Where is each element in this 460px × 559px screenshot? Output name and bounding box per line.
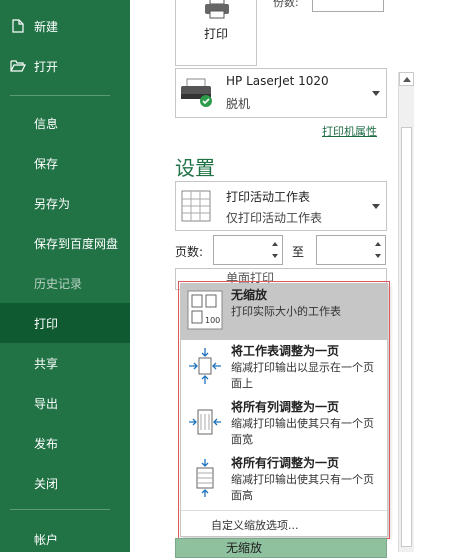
option-title: 无缩放 (231, 288, 268, 302)
nav-history-label: 历史记录 (34, 276, 83, 291)
print-button[interactable]: 打印 (175, 0, 257, 66)
print-button-label: 打印 (203, 27, 228, 41)
pages-from-stepper[interactable] (213, 235, 283, 265)
nav-open-label: 打开 (34, 59, 59, 74)
no-scaling-icon: 100 (187, 290, 223, 330)
nav-save-to-baidu-label: 保存到百度网盘 (34, 236, 119, 251)
copies-input[interactable] (312, 0, 384, 12)
nav-export[interactable]: 导出 (0, 383, 130, 423)
stepper-up-icon[interactable] (375, 242, 381, 246)
sheet-grid-icon (181, 190, 211, 226)
stepper-down-icon[interactable] (375, 254, 381, 258)
fit-rows-icon (187, 458, 223, 498)
chevron-down-icon (372, 204, 380, 209)
print-what-title: 打印活动工作表 (226, 190, 311, 204)
nav-info-label: 信息 (34, 116, 59, 131)
option-title: 将所有行调整为一页 (231, 456, 340, 470)
printer-status: 脱机 (226, 97, 251, 111)
svg-text:100: 100 (205, 316, 220, 325)
nav-save-as-label: 另存为 (34, 196, 71, 211)
nav-publish[interactable]: 发布 (0, 423, 130, 463)
sidebar-divider (10, 95, 110, 96)
nav-close-label: 关闭 (34, 476, 59, 491)
print-what-select[interactable]: 打印活动工作表 仅打印活动工作表 (175, 181, 387, 231)
stepper-up-icon[interactable] (272, 242, 278, 246)
nav-save-to-baidu[interactable]: 保存到百度网盘 (0, 223, 130, 263)
nav-history[interactable]: 历史记录 (0, 263, 130, 303)
scrollbar[interactable] (398, 72, 414, 552)
nav-save[interactable]: 保存 (0, 143, 130, 183)
option-description: 打印实际大小的工作表 (231, 305, 341, 318)
print-pane: 打印 份数: HP LaserJet 1020 脱机 打印机属性 设置 打印活动… (130, 0, 460, 558)
option-description: 缩减打印输出以显示在一个页面上 (231, 361, 374, 390)
stepper-down-icon[interactable] (272, 254, 278, 258)
option-title: 将所有列调整为一页 (231, 400, 340, 414)
option-title: 将工作表调整为一页 (231, 344, 340, 358)
scroll-up-button[interactable] (399, 72, 414, 86)
chevron-up-icon (403, 77, 411, 82)
pages-to-stepper[interactable] (316, 235, 386, 265)
printer-name: HP LaserJet 1020 (226, 74, 329, 88)
pages-to-label: 至 (292, 245, 305, 259)
copies-label: 份数: (273, 0, 299, 9)
nav-close[interactable]: 关闭 (0, 463, 130, 503)
nav-account[interactable]: 帐户 (0, 519, 130, 559)
fit-sheet-icon (187, 346, 223, 386)
printer-properties-link[interactable]: 打印机属性 (322, 123, 377, 139)
print-what-description: 仅打印活动工作表 (226, 211, 323, 225)
scaling-option-fit-columns[interactable]: 将所有列调整为一页 缩减打印输出使其只有一个页面宽 (181, 396, 387, 452)
menu-divider (181, 510, 387, 511)
nav-save-label: 保存 (34, 156, 59, 171)
nav-new-label: 新建 (34, 19, 59, 34)
nav-share[interactable]: 共享 (0, 343, 130, 383)
nav-print-label: 打印 (34, 316, 59, 331)
printer-device-icon (179, 77, 215, 113)
nav-info[interactable]: 信息 (0, 103, 130, 143)
option-description: 缩减打印输出使其只有一个页面高 (231, 473, 374, 502)
scaling-select-label: 无缩放 (226, 541, 263, 555)
scaling-option-fit-sheet[interactable]: 将工作表调整为一页 缩减打印输出以显示在一个页面上 (181, 340, 387, 396)
printer-icon (204, 0, 230, 23)
nav-publish-label: 发布 (34, 436, 59, 451)
option-description: 缩减打印输出使其只有一个页面宽 (231, 417, 374, 446)
pages-label: 页数: (175, 245, 204, 259)
fit-columns-icon (187, 402, 223, 442)
custom-scaling-options-link[interactable]: 自定义缩放选项... (211, 517, 299, 533)
scaling-select[interactable]: 无缩放 (175, 538, 387, 558)
nav-account-label: 帐户 (34, 532, 59, 547)
open-folder-icon (10, 58, 26, 74)
scroll-thumb[interactable] (401, 127, 412, 547)
settings-heading: 设置 (175, 156, 215, 180)
scaling-option-no-scaling[interactable]: 100 无缩放 打印实际大小的工作表 (181, 284, 387, 340)
nav-print[interactable]: 打印 (0, 303, 130, 343)
nav-share-label: 共享 (34, 356, 59, 371)
sidebar-divider-bottom (10, 509, 110, 510)
new-document-icon (10, 18, 26, 34)
chevron-down-icon (372, 91, 380, 96)
printer-select[interactable]: HP LaserJet 1020 脱机 (175, 68, 387, 118)
nav-save-as[interactable]: 另存为 (0, 183, 130, 223)
nav-export-label: 导出 (34, 396, 59, 411)
nav-new[interactable]: 新建 (0, 6, 130, 46)
scaling-dropdown-menu: 100 无缩放 打印实际大小的工作表 将工作表调整为一页 缩减打印输出以显示在一… (180, 283, 388, 537)
nav-open[interactable]: 打开 (0, 46, 130, 86)
scaling-option-fit-rows[interactable]: 将所有行调整为一页 缩减打印输出使其只有一个页面高 (181, 452, 387, 508)
backstage-sidebar: 新建 打开 信息 保存 另存为 保存到百度网盘 历史记录 打印 共享 导出 发布… (0, 0, 130, 552)
